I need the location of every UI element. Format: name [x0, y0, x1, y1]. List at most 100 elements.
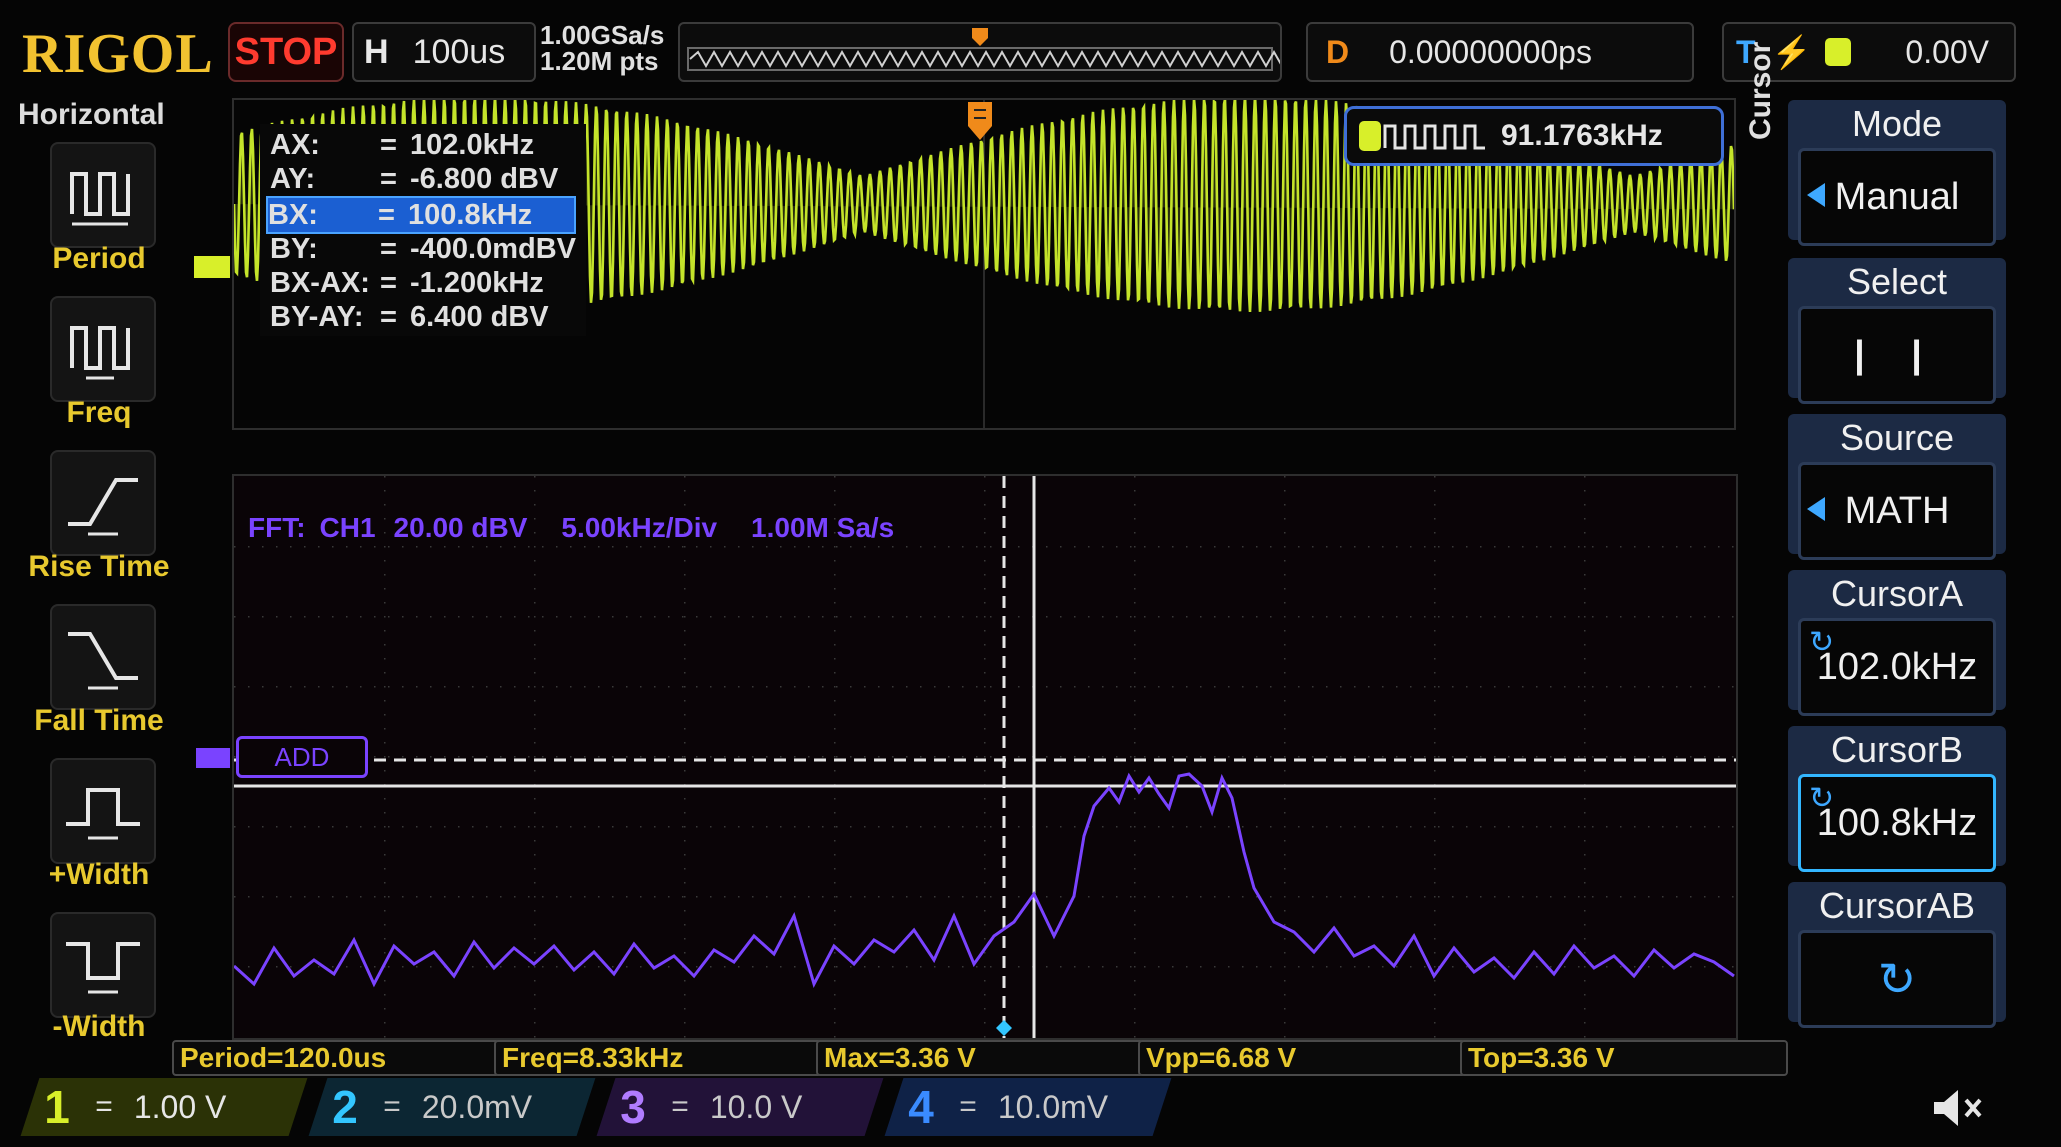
- readout-value: -400.0mdBV: [410, 232, 577, 265]
- cursor-a-title: CursorA: [1830, 573, 1964, 614]
- rise-time-button[interactable]: [50, 450, 156, 556]
- readout-equals: =: [380, 266, 397, 299]
- channel-number: 3: [620, 1081, 646, 1133]
- channel-1-status[interactable]: 1 = 1.00 V: [20, 1078, 308, 1136]
- fall-time-label: Fall Time: [34, 704, 164, 737]
- readout-value: 6.400 dBV: [410, 300, 549, 333]
- horizontal-timebase[interactable]: H 100us: [352, 22, 536, 82]
- left-arrow-icon: [1807, 183, 1825, 207]
- cursor-b-menu[interactable]: CursorB ↻ 100.8kHz: [1788, 726, 2006, 872]
- channel-number: 1: [44, 1081, 70, 1133]
- sample-rate: 1.00GSa/s: [540, 20, 665, 50]
- readout-value: 100.8kHz: [408, 198, 533, 231]
- source-value[interactable]: MATH: [1798, 462, 1996, 560]
- fft-sample-rate: 1.00M Sa/s: [751, 512, 895, 543]
- negative-width-icon: [66, 942, 140, 994]
- left-menu-title: Horizontal: [18, 98, 165, 131]
- menu-side-label: Cursor: [1744, 41, 1777, 140]
- fall-time-button[interactable]: [50, 604, 156, 710]
- readout-equals: =: [380, 300, 397, 333]
- fall-time-icon: [68, 632, 138, 690]
- readout-value: -1.200kHz: [410, 266, 544, 299]
- cursor-a-value[interactable]: ↻ 102.0kHz: [1798, 618, 1996, 716]
- counter-source-badge: [1359, 121, 1381, 151]
- math-level-marker[interactable]: [196, 748, 230, 768]
- channel-coupling-icon: =: [95, 1090, 113, 1123]
- trigger-level: 0.00V: [1905, 33, 1990, 70]
- channel-4-status[interactable]: 4 = 10.0mV: [884, 1078, 1172, 1136]
- rise-time-icon: [68, 478, 138, 536]
- memory-overview[interactable]: [678, 22, 1291, 82]
- measurement-top[interactable]: Top=3.36 V: [1460, 1040, 1788, 1076]
- run-stop-indicator[interactable]: STOP: [228, 22, 344, 82]
- fft-plot: [232, 476, 1736, 1038]
- select-value[interactable]: | |: [1798, 306, 1996, 404]
- readout-equals: =: [380, 128, 397, 161]
- channel-3-status[interactable]: 3 = 10.0 V: [596, 1078, 884, 1136]
- channel-coupling-icon: =: [959, 1090, 977, 1123]
- rotate-knob-icon: ↻: [1809, 782, 1835, 815]
- fft-source-label: FFT:: [248, 512, 306, 543]
- select-menu[interactable]: Select | |: [1788, 258, 2006, 404]
- mode-value[interactable]: Manual: [1798, 148, 1996, 246]
- negative-width-button[interactable]: [50, 912, 156, 1018]
- freq-label: Freq: [66, 396, 132, 429]
- left-arrow-icon: [1807, 497, 1825, 521]
- readout-key: AX:: [270, 128, 320, 161]
- measurement-vpp[interactable]: Vpp=6.68 V: [1138, 1040, 1466, 1076]
- period-button[interactable]: [50, 142, 156, 248]
- fft-scale: 20.00 dBV: [393, 512, 528, 543]
- frequency-counter[interactable]: 91.1763kHz: [1344, 106, 1724, 166]
- rise-time-label: Rise Time: [28, 550, 170, 583]
- readout-value: 102.0kHz: [410, 128, 535, 161]
- positive-width-label: +Width: [48, 858, 150, 891]
- horizontal-label: H: [364, 32, 389, 71]
- cursor-ab-menu[interactable]: CursorAB ↻: [1788, 882, 2006, 1028]
- measurement-max[interactable]: Max=3.36 V: [816, 1040, 1144, 1076]
- fft-view[interactable]: [232, 474, 1738, 1040]
- cursor-readout-row-selected: BX: = 100.8kHz: [266, 196, 576, 234]
- speaker-muted-icon[interactable]: [1928, 1084, 1988, 1132]
- ch1-level-marker[interactable]: [194, 256, 230, 278]
- freq-button[interactable]: [50, 296, 156, 402]
- cursor-a-menu[interactable]: CursorA ↻ 102.0kHz: [1788, 570, 2006, 716]
- cursor-b-title: CursorB: [1830, 729, 1964, 770]
- delay-value: 0.00000000ps: [1389, 33, 1592, 70]
- cursor-ab-value[interactable]: ↻: [1798, 930, 1996, 1028]
- measurement-period[interactable]: Period=120.0us: [172, 1040, 500, 1076]
- period-label: Period: [52, 242, 146, 275]
- cursor-readout-row: AX: = 102.0kHz: [270, 128, 534, 162]
- trigger-position-icon[interactable]: [966, 100, 994, 144]
- channel-scale: 10.0mV: [998, 1088, 1109, 1125]
- mode-menu[interactable]: Mode Manual: [1788, 100, 2006, 246]
- readout-key: BY:: [270, 232, 318, 265]
- trigger-position-marker-icon: [972, 28, 988, 46]
- channel-bar: 1 = 1.00 V 2 = 20.0mV 3 = 10.0 V 4 = 10.…: [20, 1078, 2012, 1138]
- fft-span: 5.00kHz/Div: [561, 512, 718, 543]
- channel-scale: 1.00 V: [134, 1088, 227, 1125]
- channel-2-status[interactable]: 2 = 20.0mV: [308, 1078, 596, 1136]
- readout-value: -6.800 dBV: [410, 162, 559, 195]
- measurement-freq[interactable]: Freq=8.33kHz: [494, 1040, 822, 1076]
- oscilloscope-screen: RIGOL STOP H 100us 1.00GSa/s 1.20M pts D…: [0, 0, 2061, 1147]
- fft-info: FFT: CH1 20.00 dBV 5.00kHz/Div 1.00M Sa/s: [248, 512, 928, 544]
- positive-width-button[interactable]: [50, 758, 156, 864]
- select-title: Select: [1846, 261, 1948, 302]
- cursor-b-value[interactable]: ↻ 100.8kHz: [1798, 774, 1996, 872]
- math-operation-label: ADD: [236, 736, 368, 778]
- measurement-bar: Period=120.0us Freq=8.33kHz Max=3.36 V V…: [172, 1040, 1788, 1076]
- readout-key: BX:: [268, 198, 318, 231]
- frequency-icon: [70, 326, 130, 380]
- delay-label: D: [1326, 33, 1350, 70]
- readout-key: BY-AY:: [270, 300, 364, 333]
- negative-width-label: -Width: [52, 1010, 146, 1043]
- readout-equals: =: [380, 162, 397, 195]
- rotate-knob-icon: ↻: [1877, 953, 1917, 1005]
- memory-depth: 1.20M pts: [540, 46, 659, 76]
- cursor-ab-title: CursorAB: [1818, 885, 1976, 926]
- cursor-readout-row: BY: = -400.0mdBV: [270, 232, 576, 266]
- positive-width-icon: [66, 788, 140, 840]
- source-menu[interactable]: Source MATH: [1788, 414, 2006, 560]
- delay-display[interactable]: D 0.00000000ps: [1306, 22, 1694, 82]
- brand-logo: RIGOL: [22, 23, 214, 85]
